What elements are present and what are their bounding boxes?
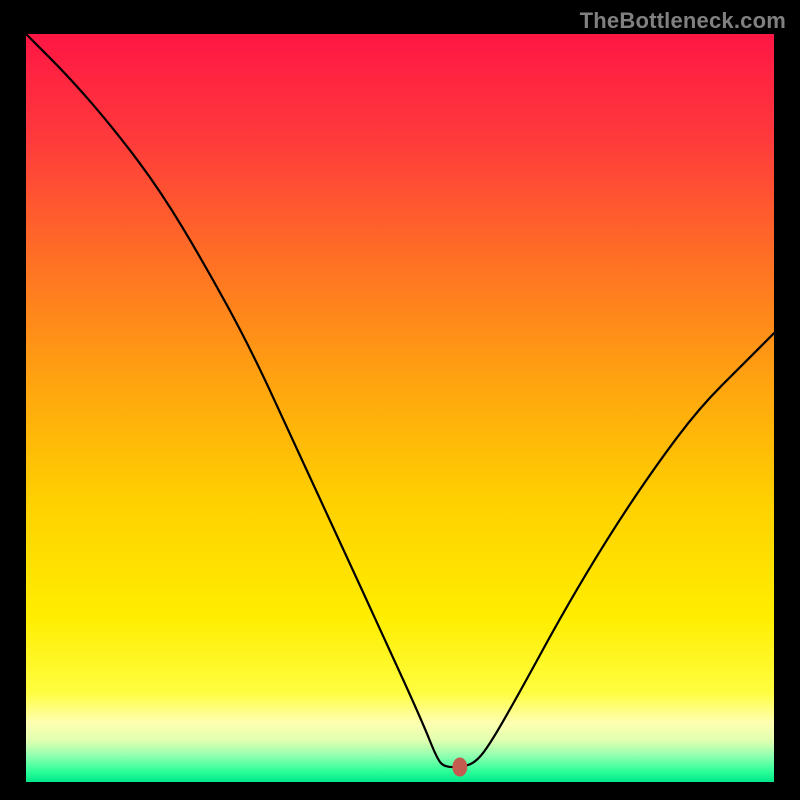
plot-svg (26, 34, 774, 782)
chart-container: TheBottleneck.com (0, 0, 800, 800)
optimal-marker (452, 758, 467, 777)
watermark-text: TheBottleneck.com (580, 8, 786, 34)
plot-area (26, 34, 774, 782)
gradient-background (26, 34, 774, 782)
